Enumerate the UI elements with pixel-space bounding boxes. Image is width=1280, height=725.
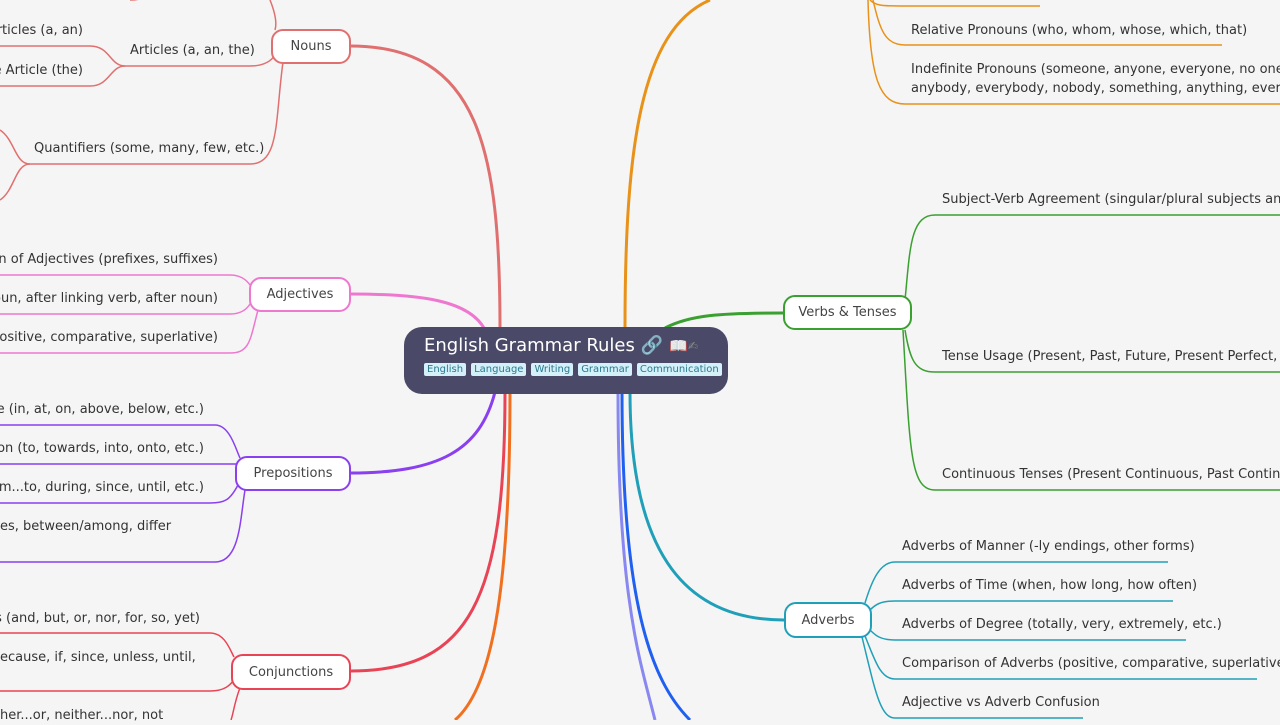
leaf-adjective-degrees[interactable]: s (positive, comparative, superlative)	[0, 328, 218, 347]
leaf-prepositions-place[interactable]: Place (in, at, on, above, below, etc.)	[0, 400, 204, 419]
leaf-indefinite-pronouns-line2: anybody, everybody, nobody, something, a…	[911, 81, 1280, 96]
root-node[interactable]: English Grammar Rules 🔗 📖 ✍ English Lang…	[404, 327, 728, 394]
link-adverbs	[628, 391, 785, 622]
node-adverbs[interactable]: Adverbs	[784, 602, 872, 638]
link-verbs	[664, 311, 784, 330]
tag[interactable]: Grammar	[578, 363, 632, 376]
book-icon: 📖	[669, 336, 688, 355]
node-adjectives[interactable]: Adjectives	[249, 277, 351, 312]
tag[interactable]: English	[424, 363, 467, 376]
link-pronouns	[623, 0, 711, 329]
leaf-coordinating-conjunctions[interactable]: tions (and, but, or, nor, for, so, yet)	[0, 609, 200, 628]
leaf-subject-verb-agreement[interactable]: Subject-Verb Agreement (singular/plural …	[942, 190, 1280, 209]
leaf-articles-a-an[interactable]: Articles (a, an)	[0, 21, 83, 40]
link-adjectives	[349, 292, 487, 331]
pencil-icon: ✍	[688, 338, 699, 353]
tag-list: English Language Writing Grammar Communi…	[424, 363, 722, 376]
node-prepositions[interactable]: Prepositions	[235, 456, 351, 491]
link-nouns	[349, 44, 502, 331]
leaf-correlative-conjunctions[interactable]: her...or, neither...nor, not	[0, 706, 163, 725]
leaf-articles[interactable]: Articles (a, an, the)	[130, 41, 255, 60]
link-icon[interactable]: 🔗	[641, 335, 663, 356]
leaf-prepositions-direction[interactable]: ection (to, towards, into, onto, etc.)	[0, 439, 204, 458]
node-nouns[interactable]: Nouns	[271, 29, 351, 64]
leaf-adverbs-degree[interactable]: Adverbs of Degree (totally, very, extrem…	[902, 615, 1222, 634]
node-verbs-tenses[interactable]: Verbs & Tenses	[783, 295, 912, 330]
leaf-adverbs-manner[interactable]: Adverbs of Manner (-ly endings, other fo…	[902, 537, 1195, 556]
leaf-indefinite-pronouns[interactable]: Indefinite Pronouns (someone, anyone, ev…	[911, 60, 1280, 79]
leaf-subordinating-conjunctions[interactable]: ecause, if, since, unless, until,	[0, 648, 196, 667]
tag[interactable]: Writing	[531, 363, 574, 376]
leaf-prepositions-usage[interactable]: es, between/among, differ	[0, 517, 171, 536]
leaf-adjective-position[interactable]: e noun, after linking verb, after noun)	[0, 289, 218, 308]
leaf-adjective-vs-adverb[interactable]: Adjective vs Adverb Confusion	[902, 693, 1100, 712]
leaf-continuous-tenses[interactable]: Continuous Tenses (Present Continuous, P…	[942, 465, 1280, 484]
root-title: English Grammar Rules	[424, 335, 635, 356]
leaf-prepositions-time[interactable]: from...to, during, since, until, etc.)	[0, 478, 204, 497]
leaf-tense-usage[interactable]: Tense Usage (Present, Past, Future, Pres…	[942, 347, 1280, 366]
leaf-adverbs-comparison[interactable]: Comparison of Adverbs (positive, compara…	[902, 654, 1280, 673]
leaf-adverbs-time[interactable]: Adverbs of Time (when, how long, how oft…	[902, 576, 1197, 595]
link-orange-bottom	[454, 391, 512, 720]
link-prepositions	[349, 391, 497, 475]
leaf-quantifiers[interactable]: Quantifiers (some, many, few, etc.)	[34, 139, 264, 158]
node-conjunctions[interactable]: Conjunctions	[231, 654, 351, 690]
tag[interactable]: Language	[471, 363, 527, 376]
link-conjunctions	[349, 391, 507, 673]
leaf-relative-pronouns[interactable]: Relative Pronouns (who, whom, whose, whi…	[911, 21, 1247, 40]
leaf-definite-article[interactable]: te Article (the)	[0, 61, 83, 80]
leaf-adjective-formation[interactable]: ation of Adjectives (prefixes, suffixes)	[0, 250, 218, 269]
tag[interactable]: Communication	[636, 363, 722, 376]
